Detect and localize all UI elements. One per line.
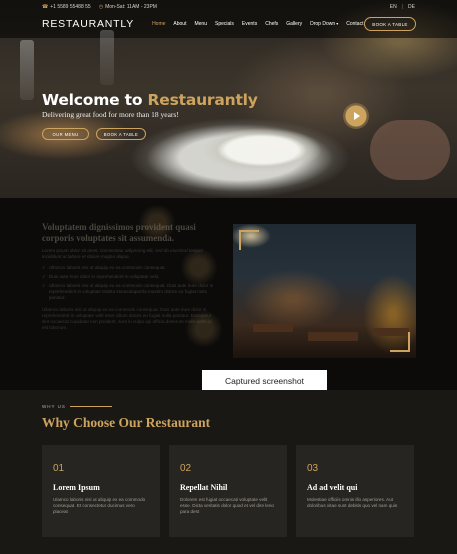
nav-events[interactable]: Events <box>242 21 257 27</box>
table-shape <box>308 332 358 341</box>
navbar: RESTAURANTLY Home About Menu Specials Ev… <box>42 15 416 33</box>
phone-icon: ☎ <box>42 4 49 10</box>
nav-home[interactable]: Home <box>152 21 165 27</box>
card-title: Repellat Nihil <box>180 483 228 492</box>
nav-menu[interactable]: Menu <box>194 21 207 27</box>
hero-title: Welcome to Restaurantly <box>42 91 258 109</box>
nav-contact[interactable]: Contact <box>346 21 363 27</box>
glass-image <box>100 30 114 85</box>
about-section: Voluptatem dignissimos provident quasi c… <box>0 198 457 390</box>
about-list: Ullamco laboris nisi ut aliquip ex ea co… <box>42 265 218 301</box>
card-description: Dolorem est fugiat occaecati voluptate v… <box>180 497 274 514</box>
why-us-section: WHY US Why Choose Our Restaurant 01 Lore… <box>0 390 457 554</box>
nav-specials[interactable]: Specials <box>215 21 234 27</box>
hand-image <box>370 120 450 180</box>
play-video-button[interactable] <box>343 103 369 129</box>
list-item: Ullamco laboris nisi ut aliquip ex ea co… <box>42 265 218 271</box>
list-item: Ullamco laboris nisi ut aliquip ex ea co… <box>42 283 218 301</box>
card-description: Molestiae officiis omnis illo asperiores… <box>307 497 398 508</box>
restaurant-interior-image <box>233 224 416 358</box>
card-title: Ad ad velit qui <box>307 483 358 492</box>
glass-image <box>20 40 34 100</box>
feature-card: 03 Ad ad velit qui Molestiae officiis om… <box>296 445 414 537</box>
list-item: Duis aute irure dolor in reprehenderit i… <box>42 274 218 280</box>
hours-text: Mon-Sat: 11AM - 23PM <box>105 4 157 10</box>
language-switch: EN | DE <box>390 4 415 10</box>
card-title: Lorem Ipsum <box>53 483 100 492</box>
lang-de[interactable]: DE <box>408 4 415 10</box>
about-intro: Lorem ipsum dolor sit amet, consectetur … <box>42 248 204 259</box>
clock-icon: ◷ <box>98 4 104 10</box>
nav-about[interactable]: About <box>173 21 186 27</box>
main-nav: Home About Menu Specials Events Chefs Ga… <box>152 21 363 27</box>
card-number: 01 <box>53 463 65 474</box>
our-menu-button[interactable]: OUR MENU <box>42 128 89 140</box>
phone-text: +1 5589 55488 55 <box>50 4 91 10</box>
play-icon <box>354 112 360 120</box>
about-body: Ullamco laboris nisi ut aliquip ex ea co… <box>42 307 212 330</box>
top-bar: ☎ +1 5589 55488 55 ◷ Mon-Sat: 11AM - 23P… <box>0 0 457 14</box>
page: ☎ +1 5589 55488 55 ◷ Mon-Sat: 11AM - 23P… <box>0 0 457 554</box>
hero-book-table-button[interactable]: BOOK A TABLE <box>96 128 146 140</box>
nav-drop-down[interactable]: Drop Down <box>310 21 338 27</box>
table-shape <box>253 324 293 332</box>
hours-info: ◷ Mon-Sat: 11AM - 23PM <box>99 4 157 10</box>
phone-info: ☎ +1 5589 55488 55 <box>42 4 91 10</box>
logo[interactable]: RESTAURANTLY <box>42 18 134 30</box>
feature-card: 01 Lorem Ipsum Ulamco laboris nisi ut al… <box>42 445 160 537</box>
frame-corner <box>390 332 410 352</box>
hero-title-gold: Restaurantly <box>147 91 258 109</box>
lang-divider: | <box>401 4 404 10</box>
feature-card: 02 Repellat Nihil Dolorem est fugiat occ… <box>169 445 287 537</box>
about-heading: Voluptatem dignissimos provident quasi c… <box>42 222 196 243</box>
frame-corner <box>239 230 259 250</box>
section-label: WHY US <box>42 404 112 409</box>
lang-en[interactable]: EN <box>390 4 397 10</box>
nav-chefs[interactable]: Chefs <box>265 21 278 27</box>
book-table-button[interactable]: BOOK A TABLE <box>364 17 416 31</box>
about-text: Voluptatem dignissimos provident quasi c… <box>42 222 218 331</box>
card-description: Ulamco laboris nisi ut aliquip ex ea com… <box>53 497 146 514</box>
caption-label: Captured screenshot <box>202 370 327 392</box>
card-number: 02 <box>180 463 192 474</box>
hero-title-white: Welcome to <box>42 91 148 109</box>
nav-gallery[interactable]: Gallery <box>286 21 302 27</box>
hero-section: ☎ +1 5589 55488 55 ◷ Mon-Sat: 11AM - 23P… <box>0 0 457 198</box>
hero-subtitle: Delivering great food for more than 18 y… <box>42 110 179 119</box>
card-number: 03 <box>307 463 319 474</box>
section-title: Why Choose Our Restaurant <box>42 415 211 430</box>
